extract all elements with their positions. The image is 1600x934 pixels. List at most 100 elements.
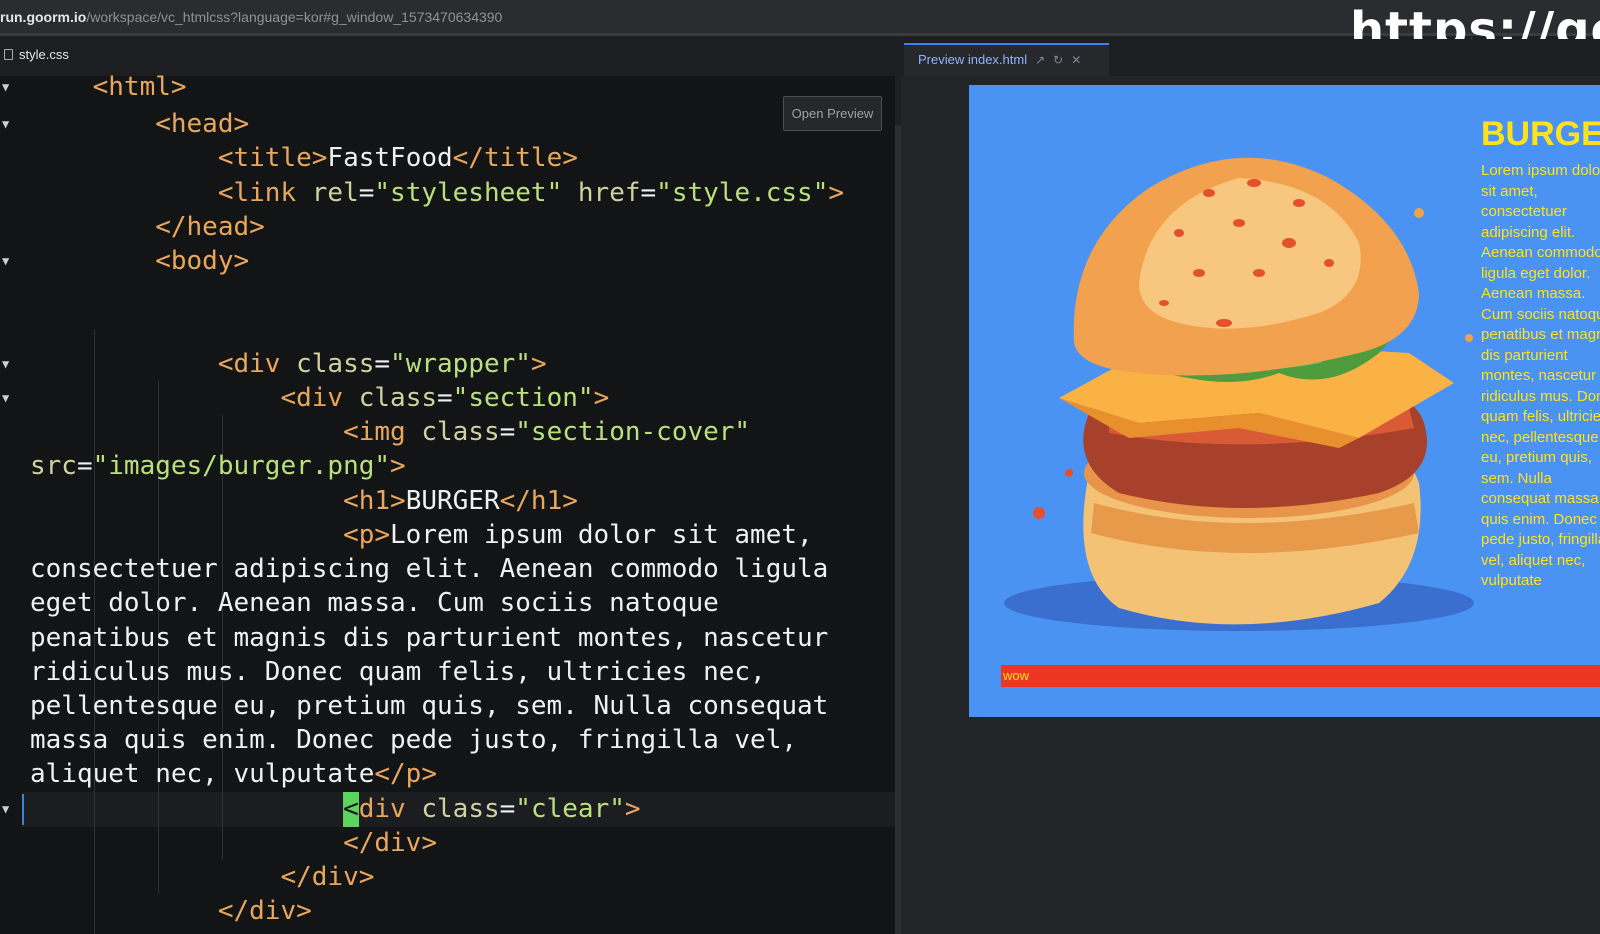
code-line[interactable]: <p>Lorem ipsum dolor sit amet, — [30, 518, 813, 553]
tab-label: style.css — [19, 47, 69, 62]
burger-image — [1004, 157, 1474, 631]
code-line[interactable]: <html> — [30, 70, 187, 105]
code-line[interactable]: ridiculus mus. Donec quam felis, ultrici… — [30, 655, 766, 690]
code-line[interactable]: <div class="wrapper"> — [30, 347, 547, 382]
code-token: <body> — [30, 246, 250, 276]
code-token: "clear" — [515, 794, 625, 824]
code-line[interactable]: </div> — [30, 860, 374, 895]
code-token: > — [624, 794, 641, 824]
code-token: <div — [30, 383, 359, 413]
code-line[interactable]: consectetuer adipiscing elit. Aenean com… — [30, 552, 828, 587]
fold-toggle-icon[interactable]: ▼ — [2, 244, 9, 279]
code-token: class — [421, 794, 500, 824]
code-token: = — [640, 178, 657, 208]
code-token: "images/burger.png" — [92, 451, 391, 481]
code-token: = — [374, 349, 391, 379]
code-editor[interactable]: style.css <html> ▼ <head> ▼ <title>FastFoo… — [0, 39, 895, 934]
code-token: Lorem ipsum dolor sit amet, — [390, 520, 813, 550]
code-token: "section" — [452, 383, 594, 413]
code-token: = — [499, 794, 516, 824]
code-token: "stylesheet" — [374, 178, 563, 208]
text-cursor: < — [343, 792, 359, 827]
code-token: class — [421, 417, 500, 447]
code-token: </div> — [30, 896, 312, 926]
code-line[interactable]: src="images/burger.png"> — [30, 449, 406, 484]
code-line[interactable]: <title>FastFood</title> — [30, 141, 578, 176]
external-link-icon[interactable]: ↗ — [1035, 45, 1045, 75]
code-token: </div> — [30, 862, 375, 892]
close-icon[interactable]: ✕ — [1071, 45, 1081, 75]
code-token: eget dolor. Aenean massa. Cum sociis nat… — [30, 588, 719, 618]
rendered-page: BURGER Lorem ipsum dolor sit amet, conse… — [969, 85, 1600, 717]
tab-style-css[interactable]: style.css — [0, 47, 69, 69]
code-token: > — [390, 451, 406, 481]
code-token: class — [358, 383, 438, 413]
code-token: > — [530, 349, 547, 379]
code-token: <h1> — [30, 486, 406, 516]
code-token: </div> — [30, 828, 437, 858]
code-line[interactable]: </div> — [30, 894, 312, 929]
code-line[interactable]: </head> — [30, 210, 265, 245]
preview-paragraph: Lorem ipsum dolor sit amet, consectetuer… — [1481, 162, 1600, 589]
refresh-icon[interactable]: ↻ — [1053, 45, 1063, 75]
code-token: = — [358, 178, 375, 208]
preview-tab-bar: Preview index.html ↗ ↻ ✕ — [901, 39, 1600, 76]
code-line[interactable]: <body> — [30, 244, 249, 279]
fold-toggle-icon[interactable]: ▼ — [2, 347, 9, 382]
code-token: class — [296, 349, 375, 379]
preview-panel: Preview index.html ↗ ↻ ✕ BURGE Lorem ips… — [901, 39, 1600, 934]
code-token: ridiculus mus. Donec quam felis, ultrici… — [30, 657, 766, 687]
code-line[interactable]: eget dolor. Aenean massa. Cum sociis nat… — [30, 586, 719, 621]
code-line[interactable]: <head> — [30, 107, 249, 142]
code-line[interactable]: penatibus et magnis dis parturient monte… — [30, 621, 828, 656]
code-token: </head> — [30, 212, 265, 242]
code-token: penatibus et magnis dis parturient monte… — [30, 623, 829, 653]
gutter-caret-marker — [22, 794, 24, 825]
url-host: run.goorm.io — [0, 9, 87, 25]
code-line[interactable]: massa quis enim. Donec pede justo, fring… — [30, 723, 797, 758]
code-token: href — [577, 178, 641, 208]
code-line[interactable]: aliquet nec, vulputate</p> — [30, 757, 437, 792]
code-token: "wrapper" — [390, 349, 531, 379]
code-line[interactable]: <div class="clear"> — [30, 792, 641, 827]
tab-preview-index[interactable]: Preview index.html ↗ ↻ ✕ — [904, 43, 1109, 76]
code-token: </p> — [374, 759, 437, 789]
fold-toggle-icon[interactable]: ▼ — [2, 107, 9, 142]
code-token: consectetuer adipiscing elit. Aenean com… — [30, 554, 829, 584]
code-token: = — [499, 417, 516, 447]
code-token: "style.css" — [656, 178, 829, 208]
code-token: "section-cover" — [515, 417, 751, 447]
code-token: <div — [30, 349, 297, 379]
code-token: src — [30, 451, 77, 481]
code-token: <title> — [30, 143, 328, 173]
code-token: <html> — [30, 72, 187, 102]
code-line[interactable]: <link rel="stylesheet" href="style.css"> — [30, 176, 844, 211]
code-line[interactable]: pellentesque eu, pretium quis, sem. Null… — [30, 689, 828, 724]
url-text[interactable]: run.goorm.io/workspace/vc_htmlcss?langua… — [0, 9, 502, 25]
code-token: <link — [30, 178, 312, 208]
code-token: > — [828, 178, 845, 208]
code-line[interactable]: <div class="section"> — [30, 381, 609, 416]
code-line[interactable]: <h1>BURGER</h1> — [30, 484, 578, 519]
code-token: rel — [311, 178, 359, 208]
code-token: BURGER — [405, 486, 500, 516]
code-line[interactable]: <img class="section-cover" — [30, 415, 750, 450]
code-token: <head> — [30, 109, 250, 139]
code-token: </h1> — [499, 486, 578, 516]
code-token: div — [358, 794, 422, 824]
fold-toggle-icon[interactable]: ▼ — [2, 70, 9, 105]
code-token: aliquet nec, vulputate — [30, 759, 375, 789]
code-token: = — [76, 451, 93, 481]
code-area[interactable]: <html> ▼ <head> ▼ <title>FastFood</title> … — [0, 72, 895, 934]
footer-bar: wow — [1001, 665, 1600, 687]
fold-toggle-icon[interactable]: ▼ — [2, 792, 9, 827]
code-token: = — [437, 383, 453, 413]
url-path: /workspace/vc_htmlcss?language=kor#g_win… — [86, 9, 503, 25]
preview-heading: BURGER — [1481, 115, 1600, 153]
file-icon — [4, 49, 13, 60]
fold-toggle-icon[interactable]: ▼ — [2, 381, 9, 416]
open-preview-button[interactable]: Open Preview — [783, 96, 882, 131]
code-line[interactable]: </div> — [30, 826, 437, 861]
